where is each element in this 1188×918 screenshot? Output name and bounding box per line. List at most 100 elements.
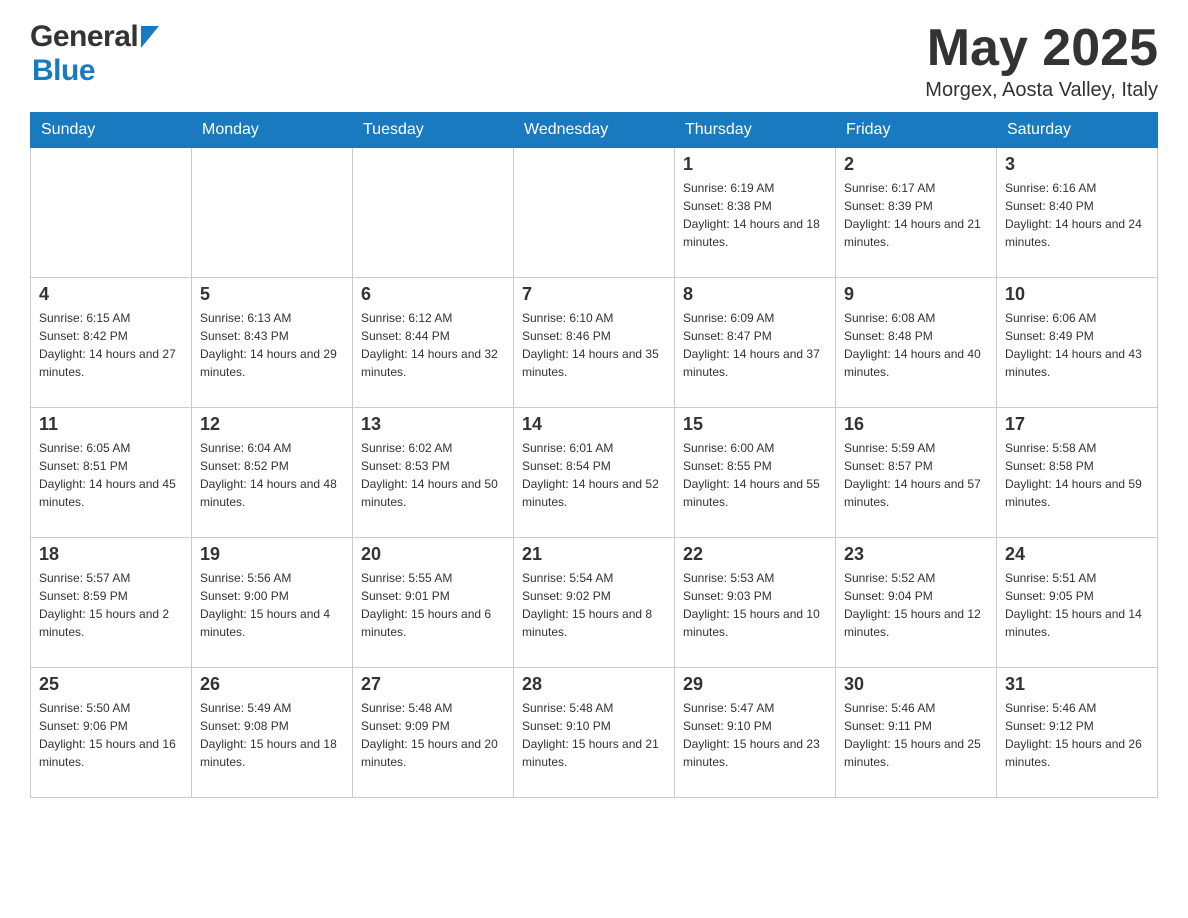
day-info: Sunrise: 5:54 AMSunset: 9:02 PMDaylight:… (522, 569, 666, 641)
table-row: 28 Sunrise: 5:48 AMSunset: 9:10 PMDayligh… (514, 668, 675, 798)
day-info: Sunrise: 5:58 AMSunset: 8:58 PMDaylight:… (1005, 439, 1149, 511)
table-row: 14 Sunrise: 6:01 AMSunset: 8:54 PMDayligh… (514, 408, 675, 538)
day-number: 17 (1005, 414, 1149, 435)
logo-triangle-icon (141, 26, 159, 48)
day-number: 5 (200, 284, 344, 305)
page-header: General Blue May 2025 Morgex, Aosta Vall… (30, 20, 1158, 102)
day-info: Sunrise: 6:02 AMSunset: 8:53 PMDaylight:… (361, 439, 505, 511)
day-info: Sunrise: 6:08 AMSunset: 8:48 PMDaylight:… (844, 309, 988, 381)
table-row (353, 148, 514, 278)
calendar-table: Sunday Monday Tuesday Wednesday Thursday… (30, 112, 1158, 798)
day-info: Sunrise: 5:50 AMSunset: 9:06 PMDaylight:… (39, 699, 183, 771)
day-number: 9 (844, 284, 988, 305)
day-number: 11 (39, 414, 183, 435)
table-row: 3 Sunrise: 6:16 AMSunset: 8:40 PMDaylight… (997, 148, 1158, 278)
location-subtitle: Morgex, Aosta Valley, Italy (925, 79, 1158, 102)
calendar-week-row: 18 Sunrise: 5:57 AMSunset: 8:59 PMDayligh… (31, 538, 1158, 668)
table-row: 17 Sunrise: 5:58 AMSunset: 8:58 PMDayligh… (997, 408, 1158, 538)
table-row: 15 Sunrise: 6:00 AMSunset: 8:55 PMDayligh… (675, 408, 836, 538)
table-row (192, 148, 353, 278)
day-number: 18 (39, 544, 183, 565)
table-row: 20Sunrise: 5:55 AMSunset: 9:01 PMDayligh… (353, 538, 514, 668)
table-row: 6 Sunrise: 6:12 AMSunset: 8:44 PMDaylight… (353, 278, 514, 408)
table-row: 26Sunrise: 5:49 AMSunset: 9:08 PMDayligh… (192, 668, 353, 798)
day-number: 30 (844, 674, 988, 695)
table-row: 13 Sunrise: 6:02 AMSunset: 8:53 PMDayligh… (353, 408, 514, 538)
table-row: 23 Sunrise: 5:52 AMSunset: 9:04 PMDayligh… (836, 538, 997, 668)
day-info: Sunrise: 6:19 AMSunset: 8:38 PMDaylight:… (683, 179, 827, 251)
col-sunday: Sunday (31, 113, 192, 148)
day-info: Sunrise: 5:59 AMSunset: 8:57 PMDaylight:… (844, 439, 988, 511)
day-info: Sunrise: 5:48 AMSunset: 9:09 PMDaylight:… (361, 699, 505, 771)
day-number: 10 (1005, 284, 1149, 305)
day-number: 22 (683, 544, 827, 565)
day-number: 1 (683, 154, 827, 175)
table-row: 29Sunrise: 5:47 AMSunset: 9:10 PMDayligh… (675, 668, 836, 798)
day-info: Sunrise: 6:10 AMSunset: 8:46 PMDaylight:… (522, 309, 666, 381)
table-row: 7 Sunrise: 6:10 AMSunset: 8:46 PMDaylight… (514, 278, 675, 408)
calendar-week-row: 25Sunrise: 5:50 AMSunset: 9:06 PMDayligh… (31, 668, 1158, 798)
col-friday: Friday (836, 113, 997, 148)
day-info: Sunrise: 6:16 AMSunset: 8:40 PMDaylight:… (1005, 179, 1149, 251)
day-info: Sunrise: 5:48 AMSunset: 9:10 PMDaylight:… (522, 699, 666, 771)
day-number: 20 (361, 544, 505, 565)
table-row: 4Sunrise: 6:15 AMSunset: 8:42 PMDaylight… (31, 278, 192, 408)
day-number: 13 (361, 414, 505, 435)
col-thursday: Thursday (675, 113, 836, 148)
day-info: Sunrise: 6:01 AMSunset: 8:54 PMDaylight:… (522, 439, 666, 511)
day-number: 27 (361, 674, 505, 695)
table-row (31, 148, 192, 278)
table-row: 9 Sunrise: 6:08 AMSunset: 8:48 PMDaylight… (836, 278, 997, 408)
day-number: 14 (522, 414, 666, 435)
table-row: 27 Sunrise: 5:48 AMSunset: 9:09 PMDayligh… (353, 668, 514, 798)
logo: General Blue (30, 20, 159, 88)
calendar-week-row: 4Sunrise: 6:15 AMSunset: 8:42 PMDaylight… (31, 278, 1158, 408)
day-info: Sunrise: 5:51 AMSunset: 9:05 PMDaylight:… (1005, 569, 1149, 641)
day-info: Sunrise: 5:53 AMSunset: 9:03 PMDaylight:… (683, 569, 827, 641)
day-number: 16 (844, 414, 988, 435)
day-number: 26 (200, 674, 344, 695)
table-row: 8Sunrise: 6:09 AMSunset: 8:47 PMDaylight… (675, 278, 836, 408)
table-row: 10 Sunrise: 6:06 AMSunset: 8:49 PMDayligh… (997, 278, 1158, 408)
day-info: Sunrise: 5:46 AMSunset: 9:12 PMDaylight:… (1005, 699, 1149, 771)
calendar-header-row: Sunday Monday Tuesday Wednesday Thursday… (31, 113, 1158, 148)
logo-blue-text: Blue (32, 54, 159, 88)
day-number: 2 (844, 154, 988, 175)
day-info: Sunrise: 6:05 AMSunset: 8:51 PMDaylight:… (39, 439, 183, 511)
table-row: 30 Sunrise: 5:46 AMSunset: 9:11 PMDayligh… (836, 668, 997, 798)
month-year-title: May 2025 (925, 20, 1158, 77)
day-info: Sunrise: 5:52 AMSunset: 9:04 PMDaylight:… (844, 569, 988, 641)
table-row: 18 Sunrise: 5:57 AMSunset: 8:59 PMDayligh… (31, 538, 192, 668)
day-number: 28 (522, 674, 666, 695)
table-row: 22 Sunrise: 5:53 AMSunset: 9:03 PMDayligh… (675, 538, 836, 668)
day-info: Sunrise: 6:12 AMSunset: 8:44 PMDaylight:… (361, 309, 505, 381)
day-info: Sunrise: 5:56 AMSunset: 9:00 PMDaylight:… (200, 569, 344, 641)
day-number: 7 (522, 284, 666, 305)
day-info: Sunrise: 5:46 AMSunset: 9:11 PMDaylight:… (844, 699, 988, 771)
logo-general-text: General (30, 20, 138, 54)
day-number: 3 (1005, 154, 1149, 175)
day-number: 23 (844, 544, 988, 565)
day-number: 15 (683, 414, 827, 435)
day-info: Sunrise: 6:06 AMSunset: 8:49 PMDaylight:… (1005, 309, 1149, 381)
day-number: 6 (361, 284, 505, 305)
day-number: 12 (200, 414, 344, 435)
day-info: Sunrise: 6:17 AMSunset: 8:39 PMDaylight:… (844, 179, 988, 251)
calendar-week-row: 1 Sunrise: 6:19 AMSunset: 8:38 PMDaylight… (31, 148, 1158, 278)
col-monday: Monday (192, 113, 353, 148)
day-info: Sunrise: 5:57 AMSunset: 8:59 PMDaylight:… (39, 569, 183, 641)
day-number: 4 (39, 284, 183, 305)
table-row (514, 148, 675, 278)
col-wednesday: Wednesday (514, 113, 675, 148)
day-number: 29 (683, 674, 827, 695)
day-number: 19 (200, 544, 344, 565)
day-number: 24 (1005, 544, 1149, 565)
table-row: 19 Sunrise: 5:56 AMSunset: 9:00 PMDayligh… (192, 538, 353, 668)
table-row: 2 Sunrise: 6:17 AMSunset: 8:39 PMDaylight… (836, 148, 997, 278)
day-info: Sunrise: 6:04 AMSunset: 8:52 PMDaylight:… (200, 439, 344, 511)
day-info: Sunrise: 6:13 AMSunset: 8:43 PMDaylight:… (200, 309, 344, 381)
day-number: 8 (683, 284, 827, 305)
day-info: Sunrise: 6:00 AMSunset: 8:55 PMDaylight:… (683, 439, 827, 511)
table-row: 16 Sunrise: 5:59 AMSunset: 8:57 PMDayligh… (836, 408, 997, 538)
table-row: 31Sunrise: 5:46 AMSunset: 9:12 PMDayligh… (997, 668, 1158, 798)
